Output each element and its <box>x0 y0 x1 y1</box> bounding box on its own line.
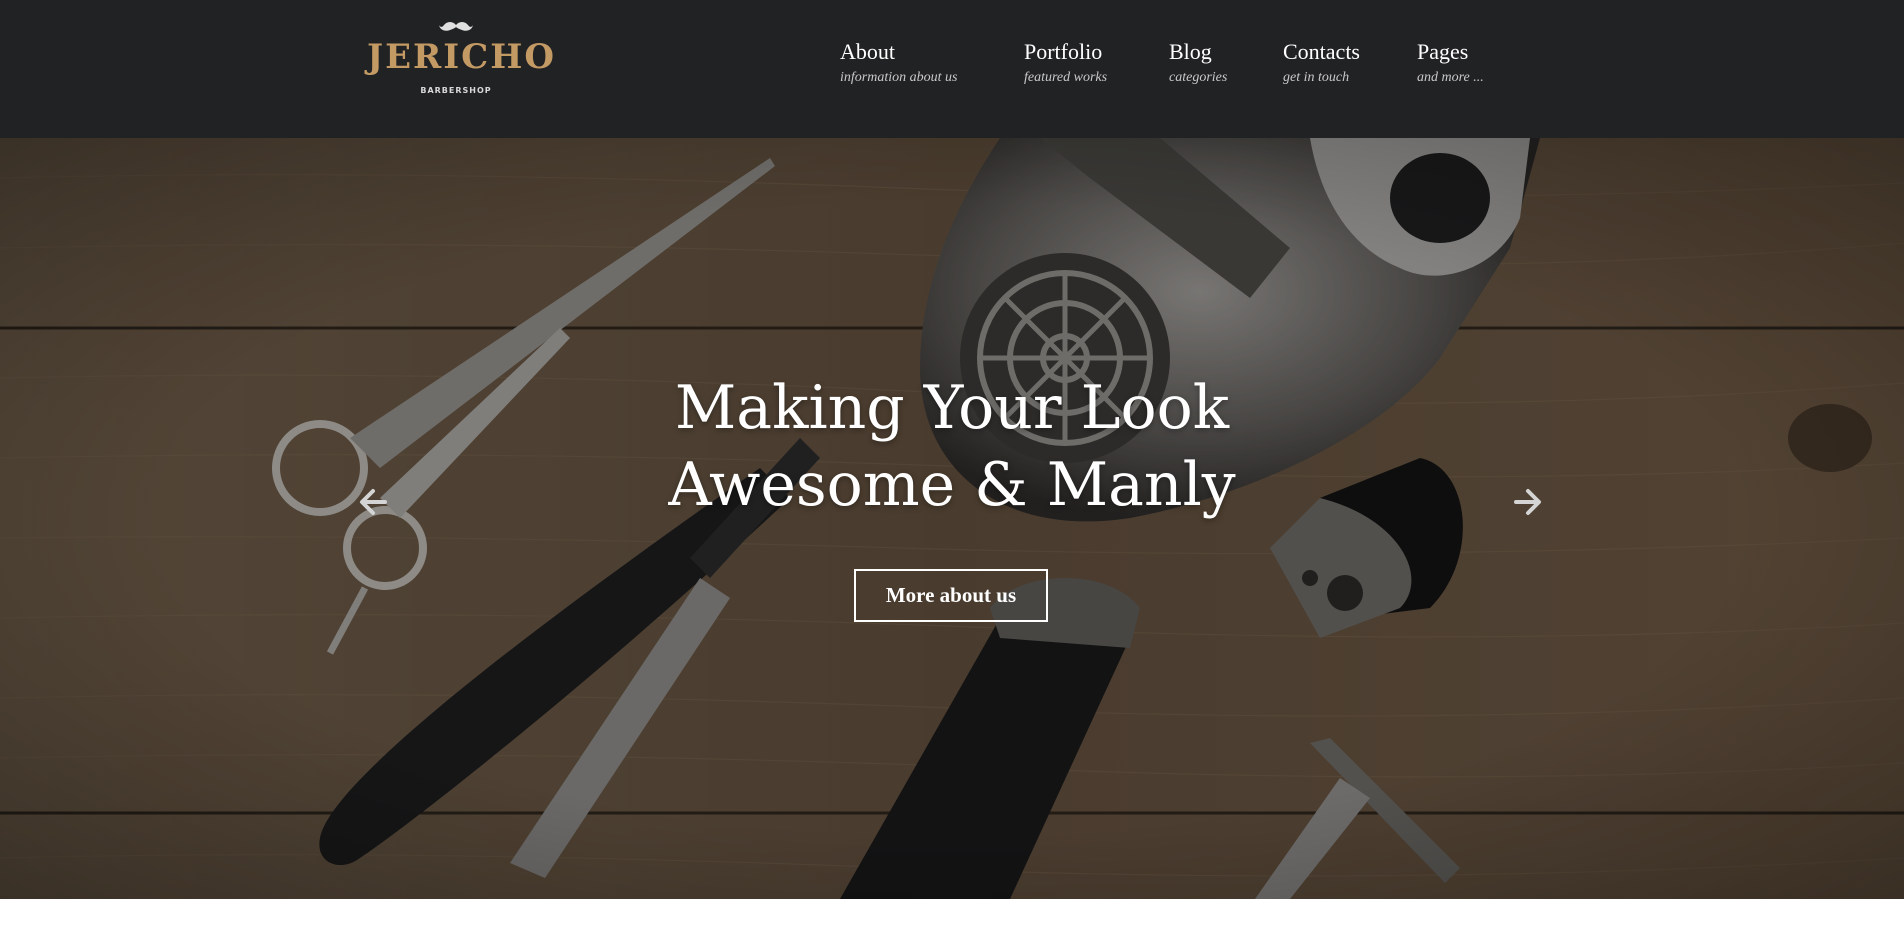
nav-label: Contacts <box>1283 39 1360 64</box>
nav-sublabel: categories <box>1169 70 1228 85</box>
nav-item-about[interactable]: About information about us <box>840 38 957 88</box>
logo-title: JERICHO <box>367 37 556 77</box>
nav-sublabel: information about us <box>840 70 958 85</box>
nav-item-contacts[interactable]: Contacts get in touch <box>1283 38 1360 88</box>
logo[interactable]: JERICHO BARBERSHOP <box>367 20 556 100</box>
hero-slider: Making Your Look Awesome & Manly More ab… <box>0 138 1904 899</box>
more-about-us-button[interactable]: More about us <box>854 569 1048 622</box>
nav-label: Pages <box>1417 39 1469 64</box>
site-header: JERICHO BARBERSHOP About information abo… <box>0 0 1904 138</box>
arrow-left-icon[interactable] <box>355 484 391 520</box>
nav-sublabel: featured works <box>1024 70 1108 85</box>
hero-heading-line1: Making Your Look <box>674 373 1230 443</box>
logo-tagline: BARBERSHOP <box>420 86 492 95</box>
nav-label: Portfolio <box>1024 39 1103 64</box>
nav-sublabel: get in touch <box>1283 70 1350 85</box>
nav-item-portfolio[interactable]: Portfolio featured works <box>1024 38 1107 88</box>
nav-label: Blog <box>1169 39 1212 64</box>
content-area <box>0 899 1904 937</box>
mustache-icon <box>439 22 473 31</box>
hero-heading-line2: Awesome & Manly <box>668 450 1236 520</box>
nav-sublabel: and more ... <box>1417 70 1484 85</box>
arrow-right-icon[interactable] <box>1510 484 1546 520</box>
nav-label: About <box>840 39 895 64</box>
nav-item-blog[interactable]: Blog categories <box>1169 38 1227 88</box>
nav-item-pages[interactable]: Pages and more ... <box>1417 38 1484 88</box>
hero-heading: Making Your Look Awesome & Manly <box>552 370 1352 524</box>
